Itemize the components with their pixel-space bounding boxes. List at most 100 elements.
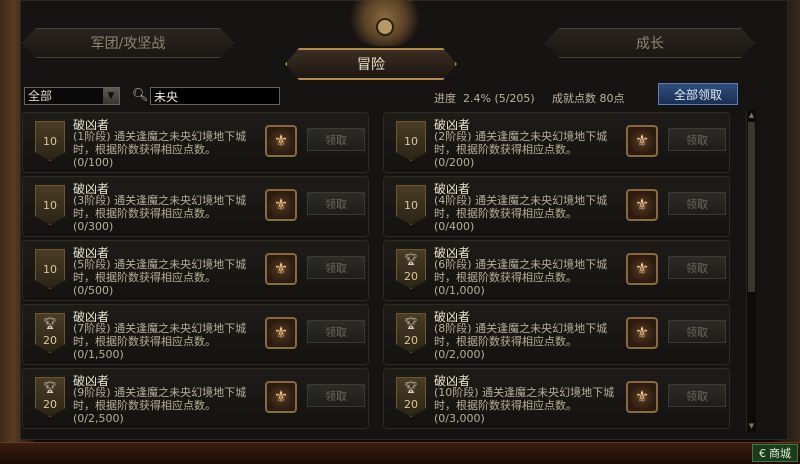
badge-points: 20 <box>43 334 57 347</box>
reward-icon[interactable]: ⚜ <box>265 189 297 221</box>
achievement-card: 10 破凶者 (2阶段) 通关逢魔之未央幻境地下城时，根据阶数获得相应点数。 (0/2… <box>383 112 730 173</box>
achievement-list: 10 破凶者 (1阶段) 通关逢魔之未央幻境地下城时，根据阶数获得相应点数。 (0/1… <box>22 112 752 430</box>
badge-points: 20 <box>404 334 418 347</box>
points-badge: 🏆︎ 20 <box>35 377 65 417</box>
scroll-up-icon[interactable]: ▲ <box>747 111 756 120</box>
reward-icon[interactable]: ⚜ <box>626 189 658 221</box>
points-badge: 10 <box>396 121 426 161</box>
progress-readout: 进度 2.4% (5/205) <box>434 90 535 106</box>
achievement-card: 🏆︎ 20 破凶者 (6阶段) 通关逢魔之未央幻境地下城时，根据阶数获得相应点数。 (0… <box>383 240 730 301</box>
reward-icon[interactable]: ⚜ <box>626 253 658 285</box>
badge-points: 10 <box>404 199 418 212</box>
search-icon: 🔍︎ <box>132 88 149 103</box>
compass-icon <box>376 18 394 36</box>
points-label: 成就点数 <box>552 92 596 105</box>
shop-button[interactable]: € 商城 <box>752 444 798 462</box>
claim-all-button[interactable]: 全部领取 <box>658 83 738 105</box>
achievement-description: (6阶段) 通关逢魔之未央幻境地下城时，根据阶数获得相应点数。 (0/1,000) <box>434 258 620 297</box>
badge-points: 20 <box>404 398 418 411</box>
points-badge: 10 <box>35 121 65 161</box>
badge-points: 20 <box>404 270 418 283</box>
claim-button[interactable]: 领取 <box>668 384 726 407</box>
points-badge: 🏆︎ 20 <box>396 377 426 417</box>
claim-button[interactable]: 领取 <box>307 192 365 215</box>
achievement-description: (2阶段) 通关逢魔之未央幻境地下城时，根据阶数获得相应点数。 (0/200) <box>434 130 620 169</box>
scroll-down-icon[interactable]: ▼ <box>747 422 756 431</box>
achievement-progress: (0/3,000) <box>434 412 485 425</box>
category-filter-select[interactable]: 全部 ▼ <box>24 87 120 105</box>
tab-growth[interactable]: 成长 <box>545 28 755 58</box>
progress-value: 2.4% (5/205) <box>463 92 535 105</box>
points-badge: 10 <box>396 185 426 225</box>
achievement-desc-text: (7阶段) 通关逢魔之未央幻境地下城时，根据阶数获得相应点数。 <box>73 322 247 348</box>
scroll-emblem-icon <box>348 0 422 46</box>
claim-button[interactable]: 领取 <box>668 128 726 151</box>
achievement-desc-text: (3阶段) 通关逢魔之未央幻境地下城时，根据阶数获得相应点数。 <box>73 194 247 220</box>
scrollbar-thumb[interactable] <box>748 122 755 292</box>
achievement-progress: (0/100) <box>73 156 114 169</box>
reward-icon[interactable]: ⚜ <box>265 253 297 285</box>
claim-button[interactable]: 领取 <box>668 192 726 215</box>
reward-icon[interactable]: ⚜ <box>626 381 658 413</box>
reward-icon[interactable]: ⚜ <box>626 317 658 349</box>
achievement-card: 10 破凶者 (1阶段) 通关逢魔之未央幻境地下城时，根据阶数获得相应点数。 (0/1… <box>22 112 369 173</box>
achievement-desc-text: (6阶段) 通关逢魔之未央幻境地下城时，根据阶数获得相应点数。 <box>434 258 608 284</box>
points-badge: 🏆︎ 20 <box>35 313 65 353</box>
achievement-desc-text: (8阶段) 通关逢魔之未央幻境地下城时，根据阶数获得相应点数。 <box>434 322 608 348</box>
search-input[interactable] <box>150 87 280 105</box>
achievement-description: (9阶段) 通关逢魔之未央幻境地下城时，根据阶数获得相应点数。 (0/2,500) <box>73 386 259 425</box>
achievement-desc-text: (9阶段) 通关逢魔之未央幻境地下城时，根据阶数获得相应点数。 <box>73 386 247 412</box>
tab-adventure[interactable]: 冒险 <box>285 48 457 80</box>
achievement-card: 🏆︎ 20 破凶者 (7阶段) 通关逢魔之未央幻境地下城时，根据阶数获得相应点数。 (0… <box>22 304 369 365</box>
points-value: 80点 <box>599 92 625 105</box>
points-badge: 🏆︎ 20 <box>396 313 426 353</box>
trophy-icon: 🏆︎ <box>404 253 418 266</box>
achievement-progress: (0/300) <box>73 220 114 233</box>
achievement-desc-text: (2阶段) 通关逢魔之未央幻境地下城时，根据阶数获得相应点数。 <box>434 130 608 156</box>
achievement-progress: (0/500) <box>73 284 114 297</box>
claim-button[interactable]: 领取 <box>307 128 365 151</box>
reward-icon[interactable]: ⚜ <box>265 381 297 413</box>
badge-points: 10 <box>43 199 57 212</box>
trophy-icon: 🏆︎ <box>404 317 418 330</box>
trophy-icon: 🏆︎ <box>43 317 57 330</box>
achievement-desc-text: (10阶段) 通关逢魔之未央幻境地下城时，根据阶数获得相应点数。 <box>434 386 615 412</box>
achievement-card: 10 破凶者 (5阶段) 通关逢魔之未央幻境地下城时，根据阶数获得相应点数。 (0/5… <box>22 240 369 301</box>
trophy-icon: 🏆︎ <box>404 381 418 394</box>
filter-selected-value: 全部 <box>28 89 53 103</box>
achievement-desc-text: (5阶段) 通关逢魔之未央幻境地下城时，根据阶数获得相应点数。 <box>73 258 247 284</box>
achievement-progress: (0/200) <box>434 156 475 169</box>
reward-icon[interactable]: ⚜ <box>265 125 297 157</box>
achievement-card: 🏆︎ 20 破凶者 (10阶段) 通关逢魔之未央幻境地下城时，根据阶数获得相应点数。(… <box>383 368 730 429</box>
points-badge: 🏆︎ 20 <box>396 249 426 289</box>
dropdown-arrow-icon[interactable]: ▼ <box>103 88 119 104</box>
reward-icon[interactable]: ⚜ <box>626 125 658 157</box>
achievement-progress: (0/2,500) <box>73 412 124 425</box>
list-scrollbar[interactable]: ▲ ▼ <box>746 110 756 432</box>
points-badge: 10 <box>35 185 65 225</box>
claim-button[interactable]: 领取 <box>668 256 726 279</box>
achievement-card: 🏆︎ 20 破凶者 (9阶段) 通关逢魔之未央幻境地下城时，根据阶数获得相应点数。 (0… <box>22 368 369 429</box>
achievement-card: 10 破凶者 (3阶段) 通关逢魔之未央幻境地下城时，根据阶数获得相应点数。 (0/3… <box>22 176 369 237</box>
badge-points: 10 <box>43 263 57 276</box>
achievement-progress: (0/1,000) <box>434 284 485 297</box>
achievement-description: (8阶段) 通关逢魔之未央幻境地下城时，根据阶数获得相应点数。 (0/2,000) <box>434 322 620 361</box>
achievement-description: (1阶段) 通关逢魔之未央幻境地下城时，根据阶数获得相应点数。 (0/100) <box>73 130 259 169</box>
reward-icon[interactable]: ⚜ <box>265 317 297 349</box>
achievement-card: 10 破凶者 (4阶段) 通关逢魔之未央幻境地下城时，根据阶数获得相应点数。 (0/4… <box>383 176 730 237</box>
claim-button[interactable]: 领取 <box>307 256 365 279</box>
trophy-icon: 🏆︎ <box>43 381 57 394</box>
achievement-description: (4阶段) 通关逢魔之未央幻境地下城时，根据阶数获得相应点数。 (0/400) <box>434 194 620 233</box>
claim-button[interactable]: 领取 <box>307 384 365 407</box>
progress-label: 进度 <box>434 92 456 105</box>
claim-button[interactable]: 领取 <box>307 320 365 343</box>
claim-button[interactable]: 领取 <box>668 320 726 343</box>
shop-label: 商城 <box>769 447 791 460</box>
achievement-card: 🏆︎ 20 破凶者 (8阶段) 通关逢魔之未央幻境地下城时，根据阶数获得相应点数。 (0… <box>383 304 730 365</box>
badge-points: 20 <box>43 398 57 411</box>
tab-legion-siege[interactable]: 军团/攻坚战 <box>22 28 234 58</box>
achievement-desc-text: (4阶段) 通关逢魔之未央幻境地下城时，根据阶数获得相应点数。 <box>434 194 608 220</box>
achievement-description: (3阶段) 通关逢魔之未央幻境地下城时，根据阶数获得相应点数。 (0/300) <box>73 194 259 233</box>
points-badge: 10 <box>35 249 65 289</box>
badge-points: 10 <box>43 135 57 148</box>
